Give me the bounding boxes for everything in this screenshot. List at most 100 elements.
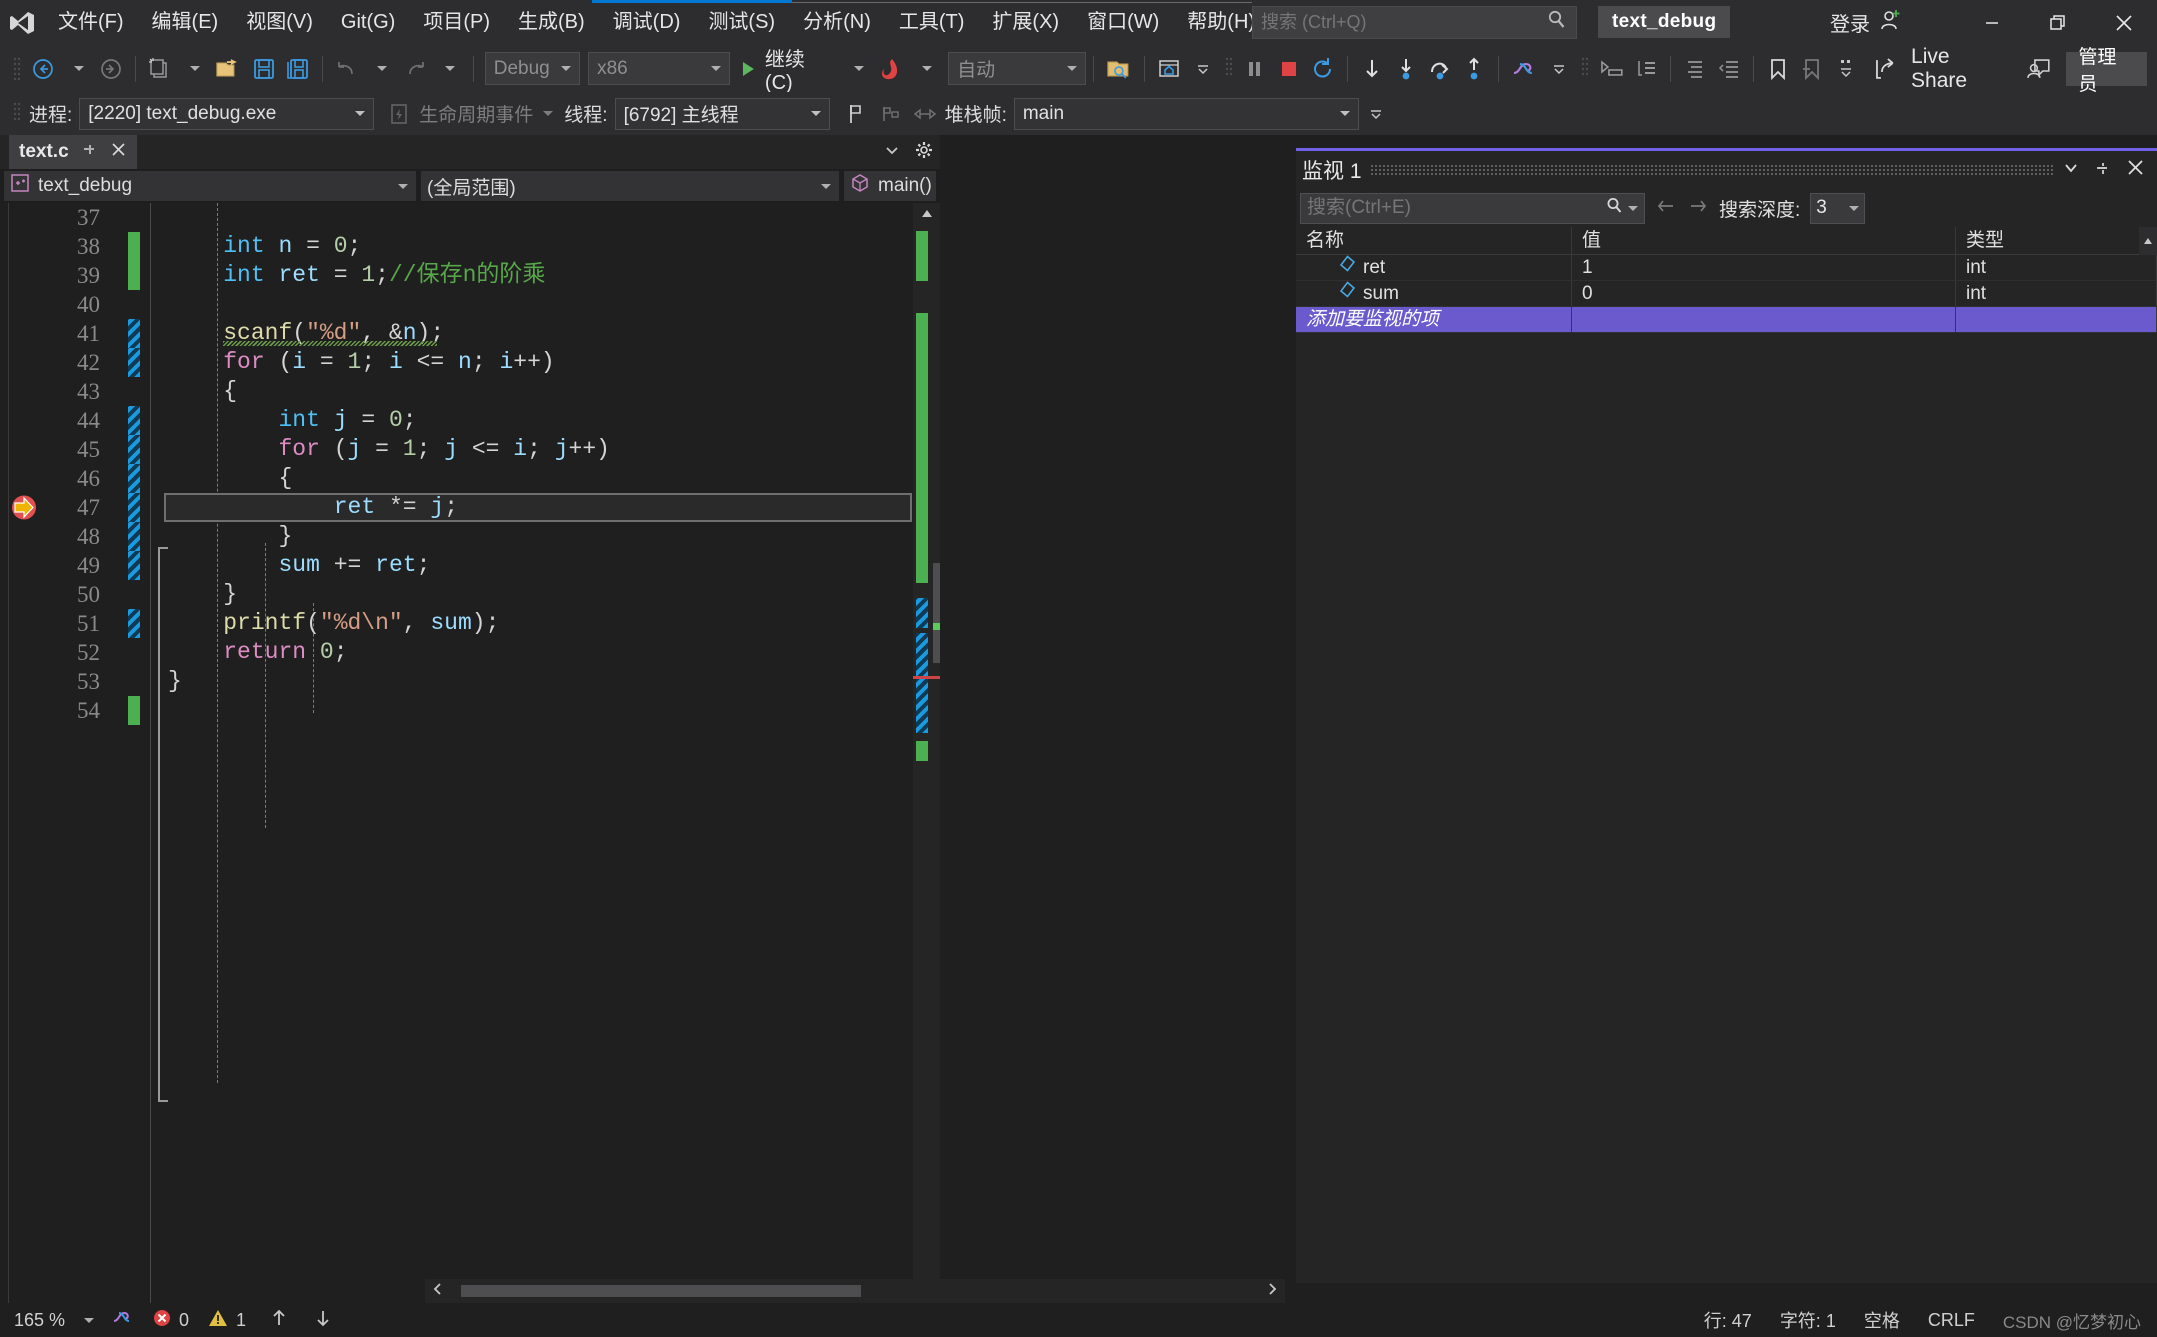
zoom-level-combo[interactable]: 165 %: [8, 1307, 100, 1333]
watch-search-prev-icon[interactable]: [1655, 197, 1677, 220]
close-tab-icon[interactable]: [110, 141, 127, 163]
undo-icon[interactable]: [330, 50, 364, 88]
stackframe-combo[interactable]: main: [1013, 97, 1359, 130]
decrease-indent-icon[interactable]: [1678, 50, 1712, 88]
search-depth-combo[interactable]: 3: [1810, 192, 1866, 224]
editor-horizontal-scrollbar[interactable]: [425, 1279, 1285, 1303]
solution-configuration-combo[interactable]: Debug: [484, 52, 581, 85]
code-line-49[interactable]: 49 sum += ret;: [0, 551, 940, 580]
close-button[interactable]: [2091, 0, 2157, 45]
scroll-up-arrow[interactable]: [913, 203, 940, 225]
code-line-47[interactable]: 47 ret *= j;: [0, 493, 940, 522]
menu-extensions[interactable]: 扩展(X): [978, 0, 1073, 45]
code-line-52[interactable]: 52 return 0;: [0, 638, 940, 667]
sign-in-area[interactable]: 登录: [1830, 0, 1904, 45]
navbar-member-combo[interactable]: main(): [844, 171, 936, 201]
menu-tools[interactable]: 工具(T): [885, 0, 979, 45]
hscroll-thumb[interactable]: [461, 1285, 861, 1297]
uncomment-selection-icon[interactable]: [1629, 50, 1663, 88]
code-line-42[interactable]: 42 for (i = 1; i <= n; i++): [0, 348, 940, 377]
code-text[interactable]: }: [168, 580, 237, 609]
hot-reload-dropdown[interactable]: [908, 50, 942, 88]
active-files-dropdown-icon[interactable]: [884, 142, 900, 163]
editor-settings-gear-icon[interactable]: [914, 140, 934, 165]
execution-pointer-icon[interactable]: [10, 493, 38, 522]
code-line-54[interactable]: 54: [0, 696, 940, 725]
debug-location-grip[interactable]: [12, 100, 22, 128]
redo-dropdown[interactable]: [432, 50, 466, 88]
watch-search-dropdown-icon[interactable]: [1628, 205, 1638, 211]
watch-window-dropdown-icon[interactable]: [2062, 160, 2080, 181]
menu-view[interactable]: 视图(V): [232, 0, 327, 45]
stop-debugging-icon[interactable]: [1272, 50, 1306, 88]
previous-issue-icon[interactable]: [268, 1307, 290, 1334]
watch-search-icon[interactable]: [1605, 196, 1625, 221]
step-into-icon[interactable]: [1389, 50, 1423, 88]
toggle-bookmark-icon[interactable]: [1761, 50, 1795, 88]
navigate-backward-button[interactable]: [26, 50, 60, 88]
code-line-43[interactable]: 43 {: [0, 377, 940, 406]
new-project-dropdown[interactable]: [177, 50, 211, 88]
code-text[interactable]: printf("%d\n", sum);: [168, 609, 499, 638]
editor-vertical-scrollbar[interactable]: [913, 203, 940, 1337]
clear-bookmarks-icon[interactable]: [1795, 50, 1829, 88]
code-line-41[interactable]: 41 scanf("%d", &n);: [0, 319, 940, 348]
code-text[interactable]: ret *= j;: [168, 493, 458, 522]
menu-file[interactable]: 文件(F): [44, 0, 138, 45]
undo-dropdown[interactable]: [364, 50, 398, 88]
navbar-scope-combo[interactable]: (全局范围): [421, 171, 839, 201]
global-search-box[interactable]: [1252, 6, 1577, 39]
code-line-45[interactable]: 45 for (j = 1; j <= i; j++): [0, 435, 940, 464]
watch-close-icon[interactable]: [2126, 158, 2145, 182]
line-ending-indicator[interactable]: CRLF: [1928, 1310, 1975, 1331]
watch-add-value-cell[interactable]: [1572, 307, 1956, 332]
menu-edit[interactable]: 编辑(E): [138, 0, 233, 45]
watch-drag-dots[interactable]: [1369, 164, 2054, 176]
code-editor-surface[interactable]: 37 38 int n = 0; 39 int ret = 1;//保存n的阶乘 40…: [0, 203, 940, 1337]
code-text[interactable]: }: [168, 667, 182, 696]
open-file-icon[interactable]: [211, 50, 247, 88]
watch-add-placeholder[interactable]: 添加要监视的项: [1296, 307, 1572, 332]
watch-add-row[interactable]: 添加要监视的项: [1296, 307, 2157, 333]
scrollbar-thumb[interactable]: [933, 563, 940, 663]
increase-indent-icon[interactable]: [1712, 50, 1746, 88]
code-text[interactable]: {: [168, 464, 293, 493]
menu-analyze[interactable]: 分析(N): [789, 0, 885, 45]
debug-toolbar-grip[interactable]: [1224, 55, 1234, 83]
add-account-icon[interactable]: [1878, 7, 1904, 39]
step-out-icon[interactable]: [1457, 50, 1491, 88]
text-editor-toolbar-grip[interactable]: [1580, 55, 1590, 83]
watch-row-name[interactable]: ret: [1296, 255, 1572, 280]
save-all-icon[interactable]: [281, 50, 315, 88]
intellicode-dropdown[interactable]: [1542, 50, 1576, 88]
watch-search-input[interactable]: [1307, 197, 1605, 219]
column-header-name[interactable]: 名称: [1296, 227, 1572, 254]
code-text[interactable]: int n = 0;: [168, 232, 361, 261]
insert-mode-indicator[interactable]: 空格: [1864, 1307, 1900, 1333]
search-input[interactable]: [1261, 12, 1546, 33]
code-line-53[interactable]: 53}: [0, 667, 940, 696]
code-text[interactable]: int ret = 1;//保存n的阶乘: [168, 261, 545, 290]
code-text[interactable]: {: [168, 377, 237, 406]
navigate-backward-dropdown[interactable]: [60, 50, 94, 88]
navigate-forward-button[interactable]: [94, 50, 128, 88]
code-line-46[interactable]: 46 {: [0, 464, 940, 493]
watch-pin-icon[interactable]: [2094, 159, 2112, 182]
break-all-icon[interactable]: [1238, 50, 1272, 88]
live-preview-home-icon[interactable]: [1152, 50, 1186, 88]
code-text[interactable]: sum += ret;: [168, 551, 431, 580]
pin-tab-icon[interactable]: [81, 141, 98, 163]
restore-button[interactable]: [2025, 0, 2091, 45]
watch-scroll-up-arrow[interactable]: [2139, 227, 2157, 255]
thread-combo[interactable]: [6792] 主线程: [614, 97, 830, 130]
code-text[interactable]: return 0;: [168, 638, 347, 667]
code-lines-container[interactable]: 37 38 int n = 0; 39 int ret = 1;//保存n的阶乘 40…: [0, 203, 940, 725]
toolbar-grip[interactable]: [12, 55, 22, 83]
flag-thread-icon[interactable]: [840, 95, 874, 133]
menu-build[interactable]: 生成(B): [504, 0, 599, 45]
continue-debug-button[interactable]: 继续(C): [730, 49, 840, 94]
code-line-37[interactable]: 37: [0, 203, 940, 232]
code-line-50[interactable]: 50 }: [0, 580, 940, 609]
solution-explorer-search-icon[interactable]: [1101, 50, 1137, 88]
watch-add-type-cell[interactable]: [1956, 307, 2157, 332]
